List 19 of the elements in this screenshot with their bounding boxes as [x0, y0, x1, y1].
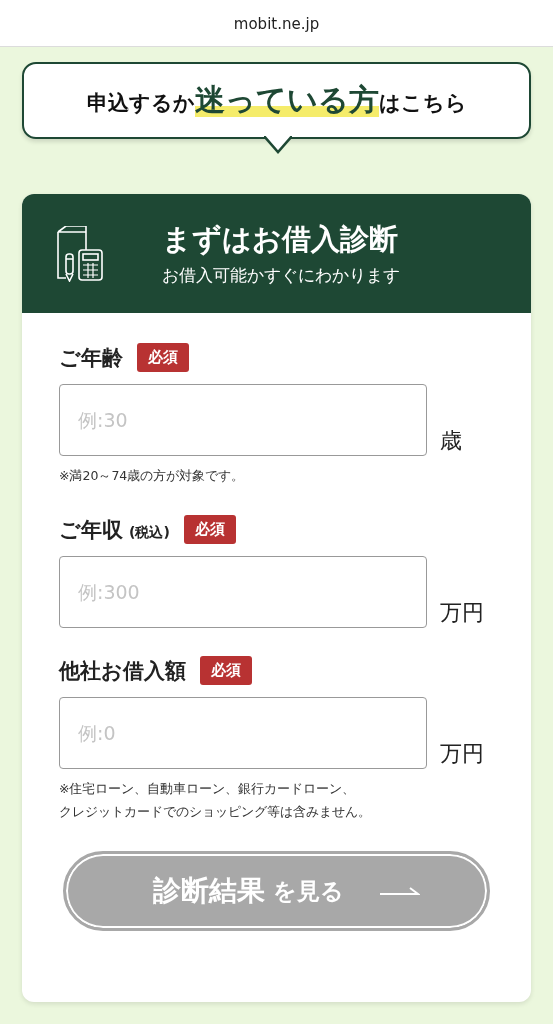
field-label: 他社お借入額 — [59, 657, 186, 685]
unit-label: 万円 — [440, 599, 484, 627]
field-note: ※住宅ローン、自動車ローン、銀行カードローン、 — [59, 780, 356, 798]
required-badge: 必須 — [183, 515, 236, 544]
field-note: ※満20～74歳の方が対象です。 — [59, 467, 245, 485]
field-label: ご年収 (税込) — [59, 516, 170, 544]
field-label: ご年齢 — [59, 344, 123, 372]
unit-label: 万円 — [440, 740, 484, 768]
input-field[interactable]: 例:300 — [59, 556, 427, 628]
unit-label: 歳 — [440, 427, 462, 455]
card-subtitle: お借入可能かすぐにわかります — [162, 264, 400, 287]
card-title: まずはお借入診断 — [162, 221, 399, 258]
bubble-pointer — [264, 136, 292, 154]
field-note: クレジットカードでのショッピング等は含みません。 — [59, 803, 371, 821]
required-badge: 必須 — [200, 656, 252, 685]
input-field[interactable]: 例:30 — [59, 384, 427, 456]
input-field[interactable]: 例:0 — [59, 697, 427, 769]
required-badge: 必須 — [137, 343, 189, 372]
address-url[interactable]: mobit.ne.jp — [233, 15, 320, 33]
